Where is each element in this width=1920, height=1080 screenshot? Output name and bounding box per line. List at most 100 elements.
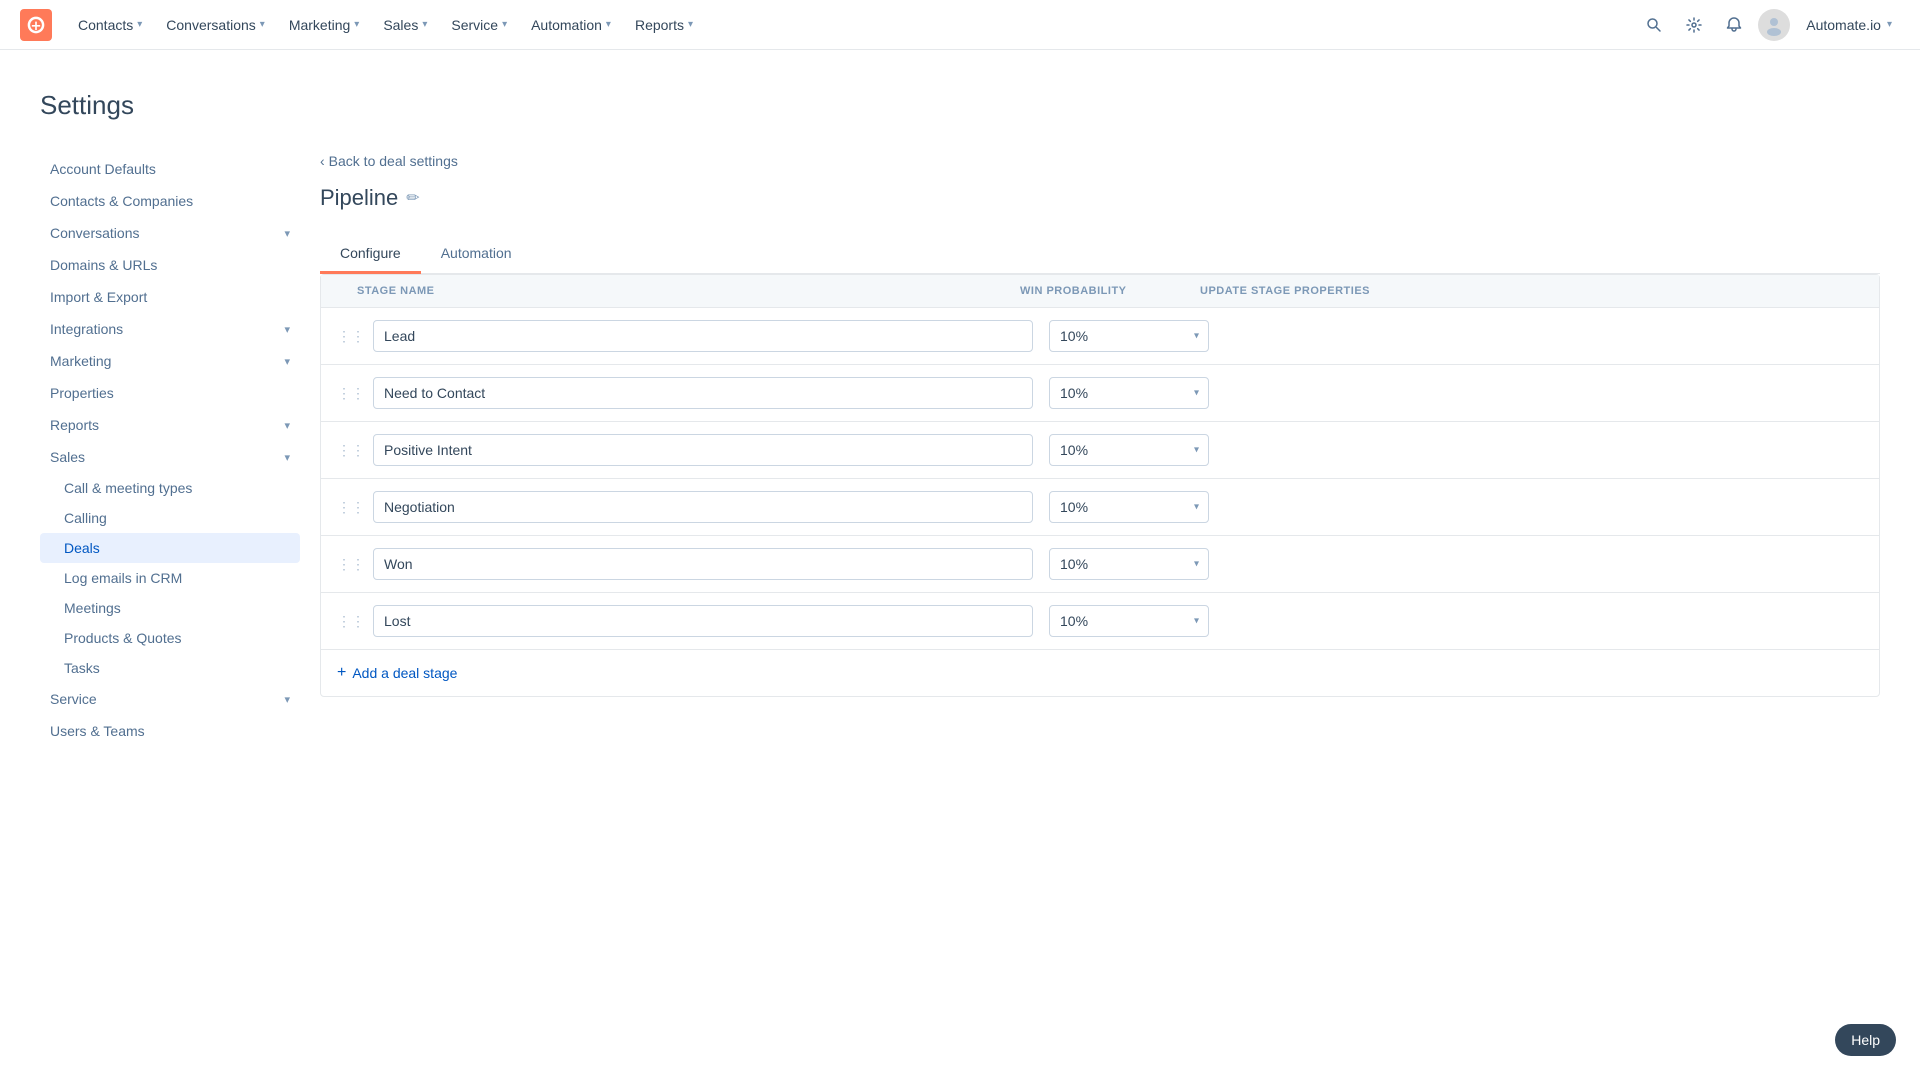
- drag-handle-icon[interactable]: ⋮⋮: [337, 385, 365, 402]
- topnav-right: Automate.io ▾: [1638, 9, 1900, 41]
- prob-select-wrap-1: 10%20%30%40%50%60%70%80%90%100% ▾: [1049, 377, 1209, 409]
- stage-name-input-3[interactable]: [373, 491, 1033, 523]
- prob-select-5[interactable]: 10%20%30%40%50%60%70%80%90%100%: [1049, 605, 1209, 637]
- sidebar-subitem-calling[interactable]: Calling: [40, 503, 300, 533]
- panel-title-text: Pipeline: [320, 185, 398, 211]
- pipeline-table: STAGE NAME WIN PROBABILITY UPDATE STAGE …: [320, 274, 1880, 697]
- sidebar-subitem-call-meeting-types[interactable]: Call & meeting types: [40, 473, 300, 503]
- drag-handle-icon[interactable]: ⋮⋮: [337, 328, 365, 345]
- reports-expand-icon: ▾: [284, 419, 290, 432]
- col-win-prob-header: WIN PROBABILITY: [1020, 285, 1200, 297]
- tab-configure[interactable]: Configure: [320, 235, 421, 274]
- sidebar-subitem-log-emails[interactable]: Log emails in CRM: [40, 563, 300, 593]
- sales-expand-icon: ▾: [284, 451, 290, 464]
- sidebar-subitem-tasks[interactable]: Tasks: [40, 653, 300, 683]
- integrations-expand-icon: ▾: [284, 323, 290, 336]
- drag-handle-icon[interactable]: ⋮⋮: [337, 499, 365, 516]
- prob-select-4[interactable]: 10%20%30%40%50%60%70%80%90%100%: [1049, 548, 1209, 580]
- prob-select-wrap-5: 10%20%30%40%50%60%70%80%90%100% ▾: [1049, 605, 1209, 637]
- add-deal-stage-button[interactable]: + Add a deal stage: [321, 650, 473, 696]
- main-panel: ‹ Back to deal settings Pipeline ✏ Confi…: [320, 153, 1880, 747]
- content-area: Account Defaults Contacts & Companies Co…: [40, 153, 1880, 747]
- sidebar: Account Defaults Contacts & Companies Co…: [40, 153, 320, 747]
- nav-conversations[interactable]: Conversations ▾: [156, 11, 275, 39]
- notifications-button[interactable]: [1718, 9, 1750, 41]
- sidebar-item-conversations[interactable]: Conversations ▾: [40, 217, 300, 249]
- contacts-caret: ▾: [137, 19, 142, 30]
- panel-title-area: Pipeline ✏: [320, 185, 1880, 211]
- back-arrow-icon: ‹: [320, 153, 325, 169]
- hubspot-logo[interactable]: [20, 9, 52, 41]
- automation-caret: ▾: [606, 19, 611, 30]
- sidebar-subitem-meetings[interactable]: Meetings: [40, 593, 300, 623]
- drag-handle-icon[interactable]: ⋮⋮: [337, 442, 365, 459]
- sidebar-item-integrations[interactable]: Integrations ▾: [40, 313, 300, 345]
- topnav-links: Contacts ▾ Conversations ▾ Marketing ▾ S…: [68, 11, 1638, 39]
- sales-caret: ▾: [422, 19, 427, 30]
- nav-contacts[interactable]: Contacts ▾: [68, 11, 152, 39]
- reports-caret: ▾: [688, 19, 693, 30]
- sidebar-item-service[interactable]: Service ▾: [40, 683, 300, 715]
- sidebar-item-domains-urls[interactable]: Domains & URLs: [40, 249, 300, 281]
- sidebar-item-marketing[interactable]: Marketing ▾: [40, 345, 300, 377]
- prob-select-wrap-4: 10%20%30%40%50%60%70%80%90%100% ▾: [1049, 548, 1209, 580]
- service-expand-icon: ▾: [284, 693, 290, 706]
- table-row: ⋮⋮ 10%20%30%40%50%60%70%80%90%100% ▾: [321, 422, 1879, 479]
- sidebar-item-properties[interactable]: Properties: [40, 377, 300, 409]
- sidebar-subitem-products-quotes[interactable]: Products & Quotes: [40, 623, 300, 653]
- page-title: Settings: [40, 90, 1880, 121]
- table-row: ⋮⋮ 10%20%30%40%50%60%70%80%90%100% ▾: [321, 479, 1879, 536]
- sidebar-subitem-deals[interactable]: Deals: [40, 533, 300, 563]
- prob-select-wrap-2: 10%20%30%40%50%60%70%80%90%100% ▾: [1049, 434, 1209, 466]
- stage-name-input-1[interactable]: [373, 377, 1033, 409]
- sidebar-item-sales[interactable]: Sales ▾: [40, 441, 300, 473]
- stage-name-input-2[interactable]: [373, 434, 1033, 466]
- add-stage-plus-icon: +: [337, 664, 346, 682]
- service-caret: ▾: [502, 19, 507, 30]
- sidebar-item-account-defaults[interactable]: Account Defaults: [40, 153, 300, 185]
- sidebar-item-reports[interactable]: Reports ▾: [40, 409, 300, 441]
- help-button[interactable]: Help: [1835, 1024, 1896, 1056]
- user-menu-button[interactable]: Automate.io ▾: [1798, 13, 1900, 37]
- prob-select-wrap-3: 10%20%30%40%50%60%70%80%90%100% ▾: [1049, 491, 1209, 523]
- sidebar-item-import-export[interactable]: Import & Export: [40, 281, 300, 313]
- drag-handle-icon[interactable]: ⋮⋮: [337, 613, 365, 630]
- col-stage-name-header: STAGE NAME: [337, 285, 1020, 297]
- prob-select-wrap-0: 10%20%30%40%50%60%70%80%90%100% ▾: [1049, 320, 1209, 352]
- table-header: STAGE NAME WIN PROBABILITY UPDATE STAGE …: [321, 275, 1879, 308]
- edit-pipeline-icon[interactable]: ✏: [406, 188, 419, 208]
- marketing-caret: ▾: [354, 19, 359, 30]
- topnav: Contacts ▾ Conversations ▾ Marketing ▾ S…: [0, 0, 1920, 50]
- tab-automation[interactable]: Automation: [421, 235, 532, 274]
- table-row: ⋮⋮ 10%20%30%40%50%60%70%80%90%100% ▾: [321, 365, 1879, 422]
- marketing-expand-icon: ▾: [284, 355, 290, 368]
- nav-automation[interactable]: Automation ▾: [521, 11, 621, 39]
- nav-service[interactable]: Service ▾: [441, 11, 517, 39]
- stage-name-input-5[interactable]: [373, 605, 1033, 637]
- drag-handle-icon[interactable]: ⋮⋮: [337, 556, 365, 573]
- search-button[interactable]: [1638, 9, 1670, 41]
- stage-name-input-0[interactable]: [373, 320, 1033, 352]
- back-link[interactable]: ‹ Back to deal settings: [320, 153, 458, 169]
- nav-reports[interactable]: Reports ▾: [625, 11, 703, 39]
- conversations-caret: ▾: [260, 19, 265, 30]
- page-wrap: Settings Account Defaults Contacts & Com…: [0, 50, 1920, 787]
- avatar: [1758, 9, 1790, 41]
- stage-name-input-4[interactable]: [373, 548, 1033, 580]
- settings-button[interactable]: [1678, 9, 1710, 41]
- prob-select-1[interactable]: 10%20%30%40%50%60%70%80%90%100%: [1049, 377, 1209, 409]
- nav-sales[interactable]: Sales ▾: [373, 11, 437, 39]
- conversations-expand-icon: ▾: [284, 227, 290, 240]
- prob-select-2[interactable]: 10%20%30%40%50%60%70%80%90%100%: [1049, 434, 1209, 466]
- pipeline-tabs: Configure Automation: [320, 235, 1880, 274]
- sidebar-item-users-teams[interactable]: Users & Teams: [40, 715, 300, 747]
- table-row: ⋮⋮ 10%20%30%40%50%60%70%80%90%100% ▾: [321, 308, 1879, 365]
- nav-marketing[interactable]: Marketing ▾: [279, 11, 370, 39]
- prob-select-3[interactable]: 10%20%30%40%50%60%70%80%90%100%: [1049, 491, 1209, 523]
- table-row: ⋮⋮ 10%20%30%40%50%60%70%80%90%100% ▾: [321, 593, 1879, 650]
- user-caret-icon: ▾: [1887, 19, 1892, 30]
- col-update-header: UPDATE STAGE PROPERTIES: [1200, 285, 1863, 297]
- table-row: ⋮⋮ 10%20%30%40%50%60%70%80%90%100% ▾: [321, 536, 1879, 593]
- sidebar-item-contacts-companies[interactable]: Contacts & Companies: [40, 185, 300, 217]
- prob-select-0[interactable]: 10%20%30%40%50%60%70%80%90%100%: [1049, 320, 1209, 352]
